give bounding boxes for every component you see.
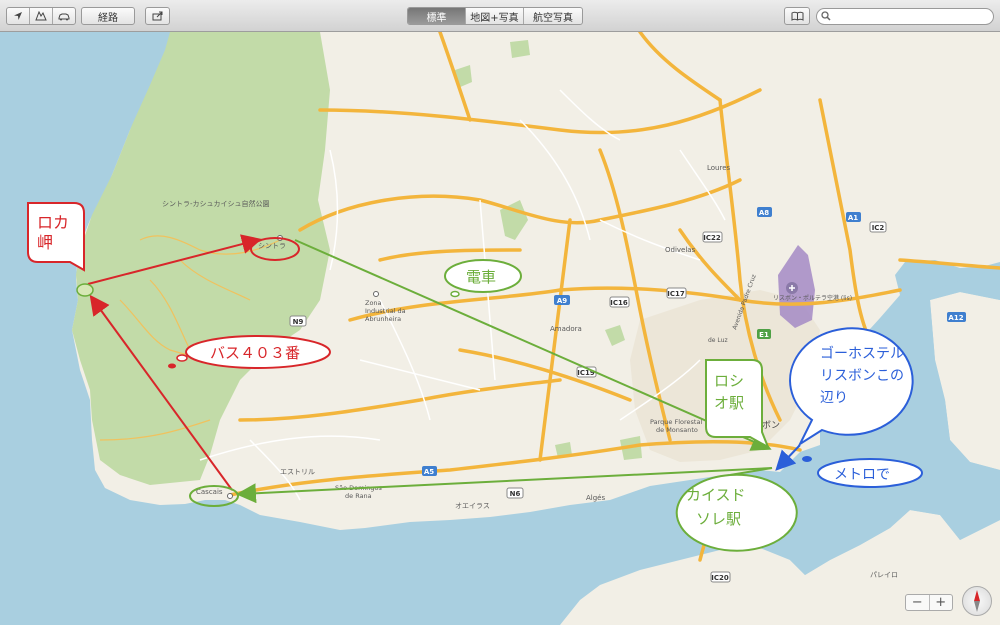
- search-input[interactable]: [833, 10, 988, 22]
- map-canvas[interactable]: シントラ-カシュカイシュ自然公園 シントラ Amadora Odivelas L…: [0, 32, 1000, 625]
- callout-metro-text: メトロで: [834, 467, 890, 483]
- shield-ic17: IC17: [667, 290, 685, 298]
- shield-ic16: IC16: [610, 299, 628, 307]
- view-mode-control: 標準 地図+写真 航空写真: [407, 7, 583, 25]
- label-amadora: Amadora: [550, 325, 582, 333]
- label-luz: de Luz: [708, 337, 728, 344]
- directions-button[interactable]: 経路: [81, 7, 135, 25]
- location-button[interactable]: [7, 8, 30, 24]
- share-button[interactable]: [145, 7, 170, 25]
- callout-roca: ロカ岬: [27, 202, 85, 272]
- shield-a9: A9: [557, 297, 567, 305]
- label-pareie: パレイロ: [870, 571, 898, 579]
- label-airport: リスボン・ポルテラ空港 (lis): [773, 294, 852, 302]
- 3d-button[interactable]: [30, 8, 53, 24]
- view-mode-satellite[interactable]: 航空写真: [524, 8, 582, 24]
- park-patch: [510, 40, 530, 58]
- share-icon: [152, 11, 162, 21]
- search-field[interactable]: [816, 8, 994, 25]
- airport-icon: [786, 282, 798, 294]
- compass-icon: [974, 590, 980, 612]
- callout-bus-text: バス４０３番: [210, 344, 300, 362]
- view-mode-standard[interactable]: 標準: [408, 8, 466, 24]
- label-alges: Algés: [586, 494, 605, 502]
- zoom-in-button[interactable]: +: [930, 595, 953, 610]
- shield-a8: A8: [759, 209, 769, 217]
- callout-rossio: ロシオ駅: [705, 359, 770, 450]
- label-estoril: エストリル: [280, 468, 315, 476]
- cascais-dot: [227, 493, 233, 499]
- car-icon: [58, 13, 70, 20]
- search-icon: [821, 11, 831, 21]
- shield-a1: A1: [848, 214, 858, 222]
- label-sintra-park: シントラ-カシュカイシュ自然公園: [162, 199, 270, 208]
- bookmarks-icon: [791, 11, 803, 21]
- compass-button[interactable]: [962, 586, 992, 616]
- location-arrow-icon: [14, 12, 22, 20]
- zona-dot: [373, 291, 379, 297]
- zoom-control: − +: [905, 594, 953, 611]
- zoom-out-button[interactable]: −: [906, 595, 930, 610]
- label-oeiras: オエイラス: [455, 502, 490, 510]
- label-cascais: Cascais: [196, 488, 223, 496]
- label-lisbon: ボン: [762, 420, 780, 431]
- 3d-view-icon: [35, 11, 47, 21]
- label-loures: Loures: [707, 164, 731, 172]
- shield-a5: A5: [424, 468, 434, 476]
- shield-n6: N6: [510, 490, 521, 498]
- callout-train-text: 電車: [466, 268, 496, 286]
- shield-n9: N9: [293, 318, 304, 326]
- label-sintra: シントラ: [258, 242, 286, 250]
- shield-ic2: IC2: [872, 224, 885, 232]
- toolbar: 経路 標準 地図+写真 航空写真: [0, 0, 1000, 32]
- label-odivelas: Odivelas: [665, 246, 696, 254]
- highlight-roca-point: [76, 283, 94, 297]
- shield-ic20: IC20: [711, 574, 729, 582]
- bookmarks-button[interactable]: [784, 7, 810, 25]
- view-mode-hybrid[interactable]: 地図+写真: [466, 8, 524, 24]
- shield-e1: E1: [759, 331, 769, 339]
- shield-ic22: IC22: [703, 234, 721, 242]
- shield-a12: A12: [948, 314, 963, 322]
- traffic-button[interactable]: [53, 8, 75, 24]
- label-monsanto: Parque Florestal de Monsanto: [650, 418, 702, 434]
- tracking-button-group: [6, 7, 76, 25]
